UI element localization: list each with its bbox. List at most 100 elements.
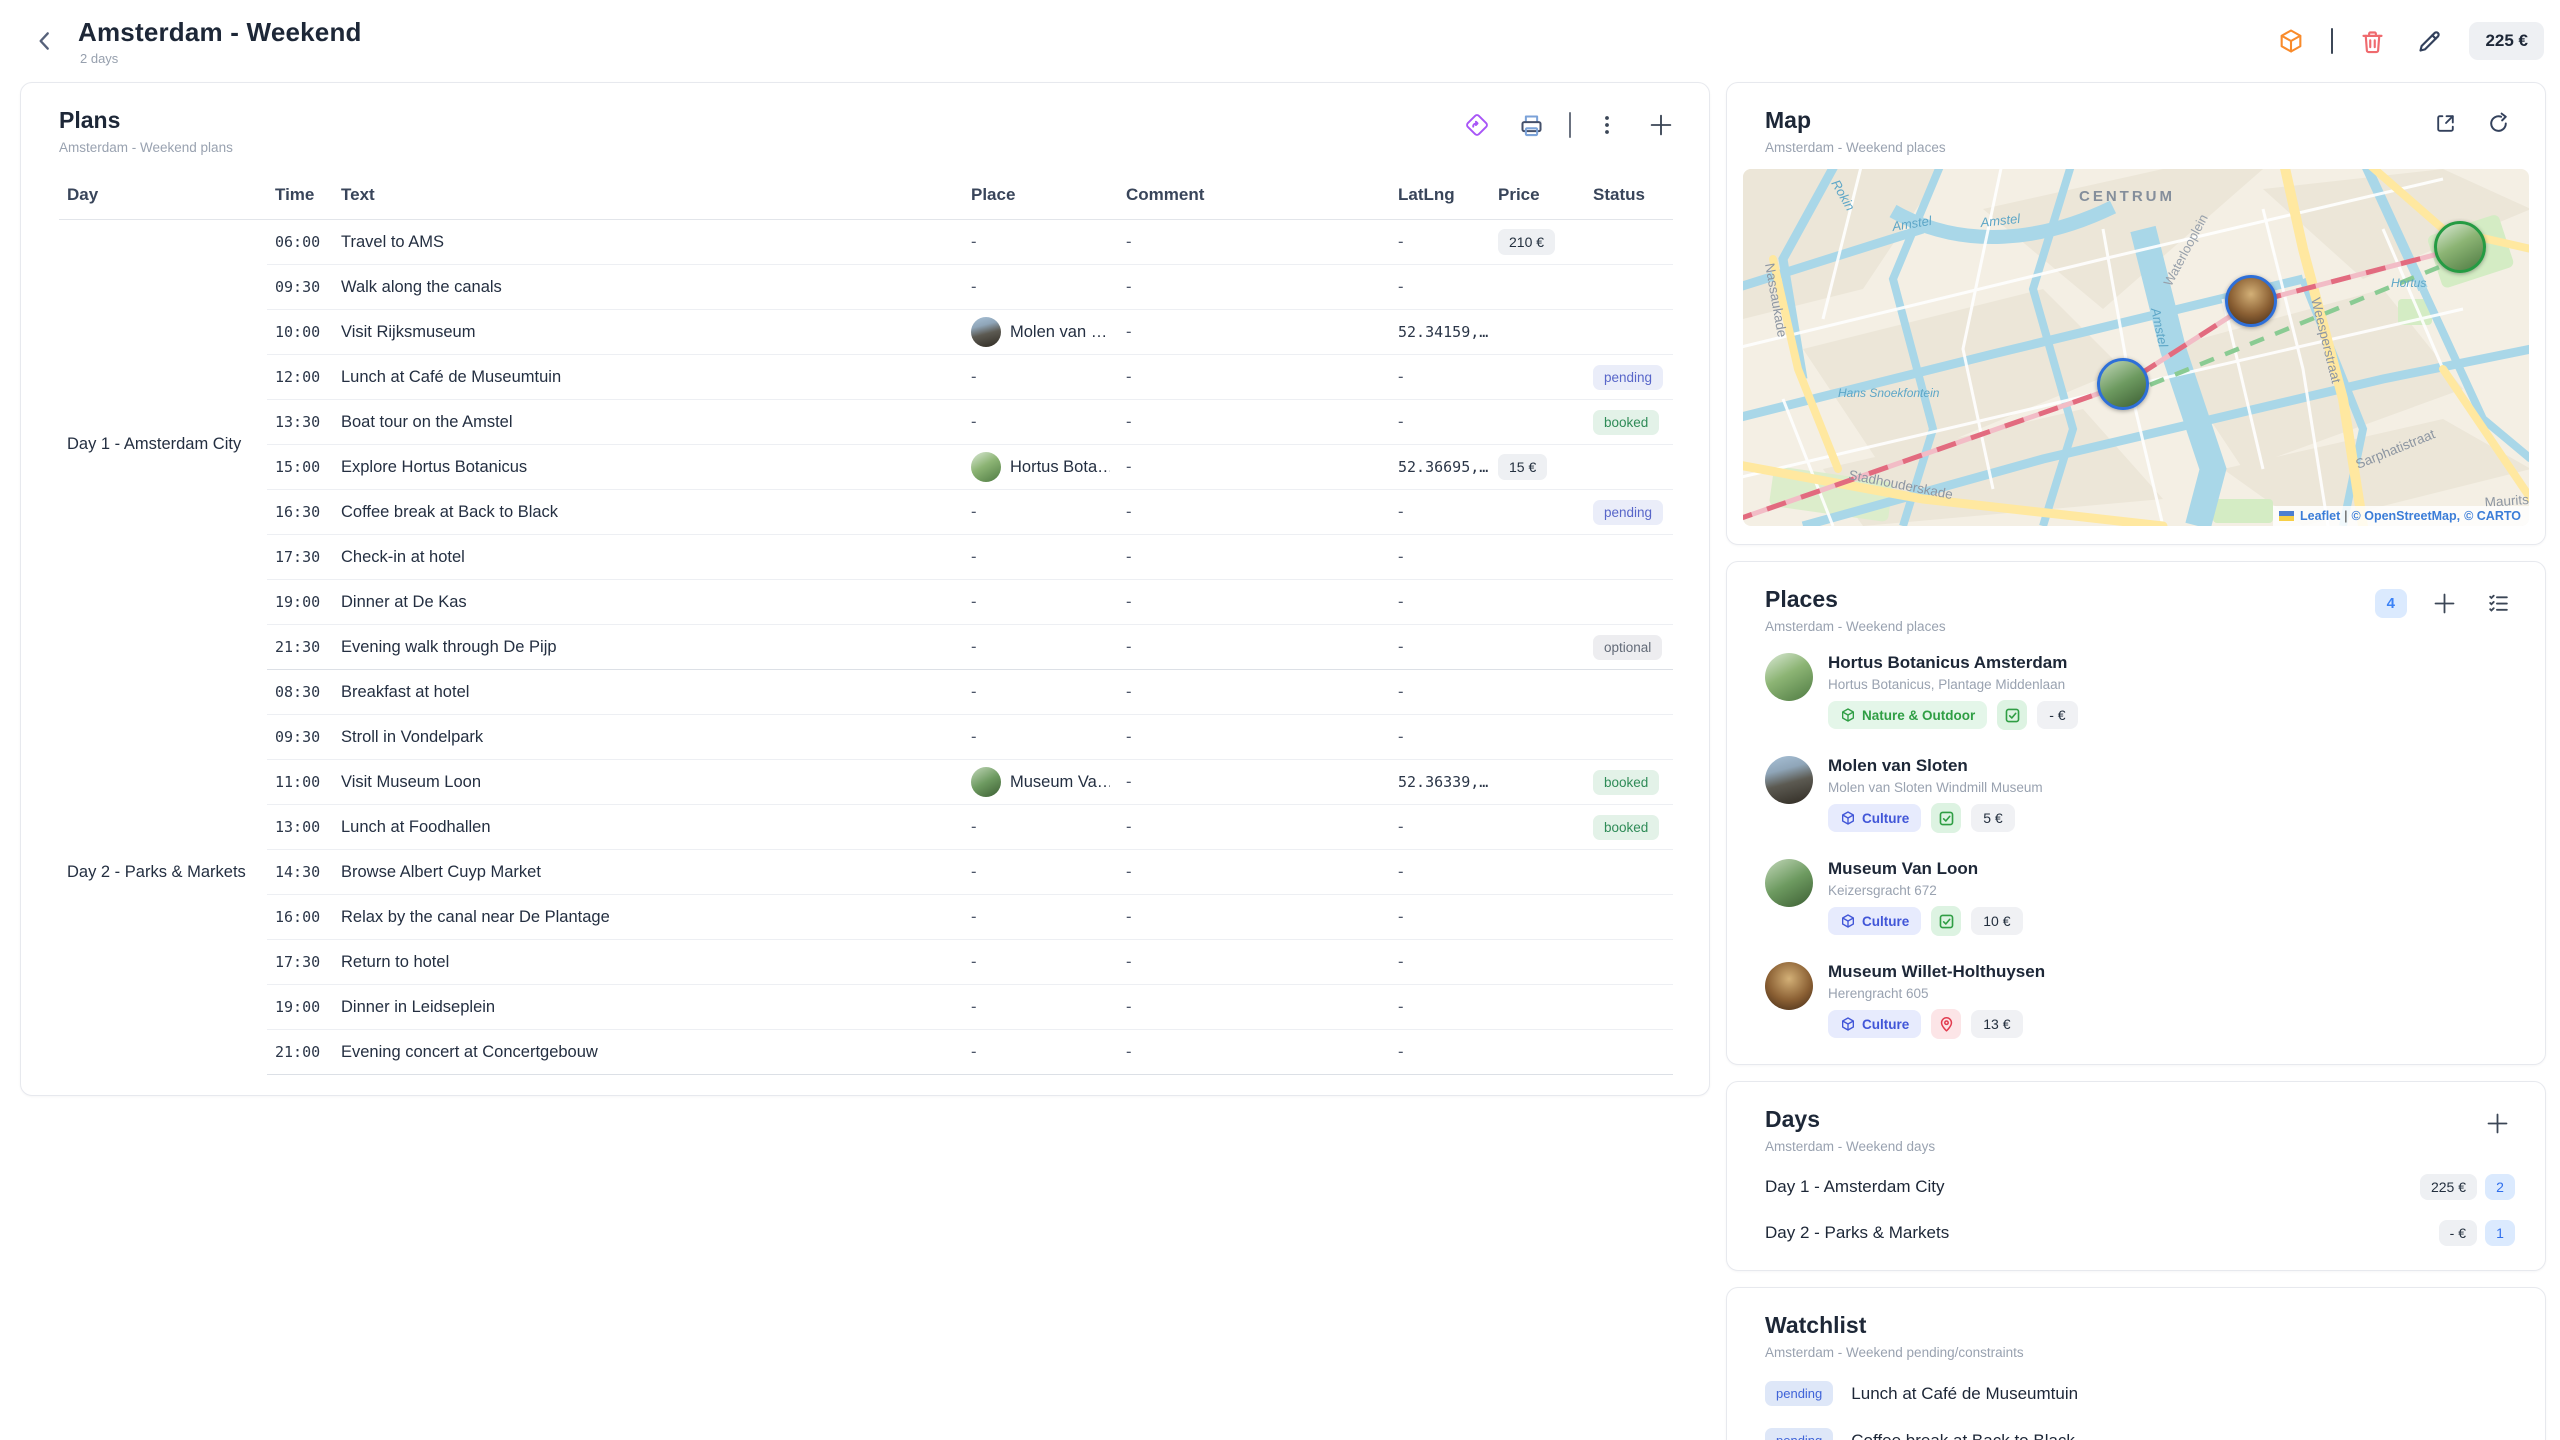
plan-row[interactable]: 21:00Evening concert at Concertgebouw---: [59, 1030, 1673, 1075]
watchlist-item[interactable]: pending Lunch at Café de Museumtuin: [1727, 1370, 2545, 1417]
map-refresh-button[interactable]: [2482, 107, 2515, 140]
place-list-item[interactable]: Hortus Botanicus Amsterdam Hortus Botani…: [1727, 640, 2545, 743]
add-place-button[interactable]: [2427, 586, 2462, 621]
map-marker-hortus-botanicus[interactable]: [2434, 221, 2486, 273]
osm-link[interactable]: © OpenStreetMap,: [2352, 509, 2461, 523]
plan-row[interactable]: 11:00Visit Museum LoonMuseum Va…-52.3633…: [59, 760, 1673, 805]
places-list-view-button[interactable]: [2482, 587, 2515, 620]
printer-icon: [1518, 112, 1545, 139]
plan-place: -: [963, 535, 1118, 580]
plan-comment: -: [1118, 220, 1390, 265]
plan-time: 12:00: [267, 355, 333, 400]
plan-price: [1490, 940, 1585, 985]
plan-row[interactable]: 21:30Evening walk through De Pijp---opti…: [59, 625, 1673, 670]
add-plan-button[interactable]: [1643, 107, 1679, 143]
plan-status: pending: [1585, 355, 1673, 400]
place-state-badge: [1931, 803, 1961, 833]
plan-row[interactable]: 12:00Lunch at Café de Museumtuin---pendi…: [59, 355, 1673, 400]
category-badge: Culture: [1828, 907, 1921, 935]
plan-comment: -: [1118, 445, 1390, 490]
plan-text: Travel to AMS: [333, 220, 963, 265]
plan-row[interactable]: 09:30Walk along the canals---: [59, 265, 1673, 310]
plan-text: Breakfast at hotel: [333, 670, 963, 715]
plan-row[interactable]: 10:00Visit RijksmuseumMolen van …-52.341…: [59, 310, 1673, 355]
day-group-label: Day 2 - Parks & Markets: [59, 670, 267, 1075]
edit-trip-button[interactable]: [2412, 24, 2447, 59]
plans-subtitle: Amsterdam - Weekend plans: [59, 140, 233, 155]
plan-time: 09:30: [267, 265, 333, 310]
carto-link[interactable]: © CARTO: [2464, 509, 2521, 523]
place-photo: [1765, 756, 1813, 804]
plan-time: 09:30: [267, 715, 333, 760]
plan-row[interactable]: 17:30Return to hotel---: [59, 940, 1673, 985]
category-label: Culture: [1862, 811, 1909, 826]
day-list-item[interactable]: Day 1 - Amsterdam City 225 € 2: [1727, 1164, 2545, 1210]
back-button[interactable]: [26, 22, 64, 60]
plan-text: Evening walk through De Pijp: [333, 625, 963, 670]
plan-status: [1585, 220, 1673, 265]
plan-place: -: [963, 490, 1118, 535]
leaflet-link[interactable]: Leaflet: [2300, 509, 2340, 523]
package-button[interactable]: [2273, 23, 2309, 59]
plan-row[interactable]: 13:00Lunch at Foodhallen---booked: [59, 805, 1673, 850]
plan-row[interactable]: 16:00Relax by the canal near De Plantage…: [59, 895, 1673, 940]
plan-status: booked: [1585, 760, 1673, 805]
plan-row[interactable]: 14:30Browse Albert Cuyp Market---: [59, 850, 1673, 895]
plan-row[interactable]: 13:30Boat tour on the Amstel---booked: [59, 400, 1673, 445]
place-address: Herengracht 605: [1828, 986, 2045, 1001]
col-place: Place: [963, 175, 1118, 220]
col-price: Price: [1490, 175, 1585, 220]
watchlist-subtitle: Amsterdam - Weekend pending/constraints: [1765, 1345, 2024, 1360]
plan-place: -: [963, 625, 1118, 670]
print-button[interactable]: [1514, 108, 1549, 143]
place-state-badge: [1931, 906, 1961, 936]
route-optimize-button[interactable]: [1460, 108, 1494, 142]
map-panel: Map Amsterdam - Weekend places: [1726, 82, 2546, 545]
plan-latlng: -: [1390, 1030, 1490, 1075]
place-list-item[interactable]: Museum Van Loon Keizersgracht 672 Cultur…: [1727, 846, 2545, 949]
plan-price: 15 €: [1490, 445, 1585, 490]
day-name: Day 1 - Amsterdam City: [1765, 1177, 1945, 1197]
map-canvas[interactable]: CENTRUM Amstel Amstel Rokin Amstel Water…: [1743, 169, 2529, 526]
place-photo: [1765, 653, 1813, 701]
add-day-button[interactable]: [2480, 1106, 2515, 1141]
cube-icon: [1840, 1016, 1856, 1032]
plan-row[interactable]: 16:30Coffee break at Back to Black---pen…: [59, 490, 1673, 535]
watchlist-panel: Watchlist Amsterdam - Weekend pending/co…: [1726, 1287, 2546, 1440]
plan-row[interactable]: 17:30Check-in at hotel---: [59, 535, 1673, 580]
plan-time: 08:30: [267, 670, 333, 715]
place-name: Museum Willet-Holthuysen: [1828, 962, 2045, 982]
plan-time: 14:30: [267, 850, 333, 895]
place-name: Hortus Botanicus Amsterdam: [1828, 653, 2078, 673]
map-label-centrum: CENTRUM: [2079, 188, 2175, 205]
plan-place: -: [963, 985, 1118, 1030]
plan-text: Boat tour on the Amstel: [333, 400, 963, 445]
map-marker-museum-van-loon[interactable]: [2097, 358, 2149, 410]
place-price-badge: 10 €: [1971, 907, 2022, 935]
watchlist-item[interactable]: pending Coffee break at Back to Black: [1727, 1417, 2545, 1440]
place-list-item[interactable]: Molen van Sloten Molen van Sloten Windmi…: [1727, 743, 2545, 846]
attribution-separator: |: [2344, 509, 2347, 523]
map-marker-museum-willet-holthuysen[interactable]: [2225, 275, 2277, 327]
plan-row[interactable]: 09:30Stroll in Vondelpark---: [59, 715, 1673, 760]
place-price-badge: 5 €: [1971, 804, 2014, 832]
plan-row[interactable]: 19:00Dinner in Leidseplein---: [59, 985, 1673, 1030]
day-list-item[interactable]: Day 2 - Parks & Markets - € 1: [1727, 1210, 2545, 1256]
map-expand-button[interactable]: [2429, 107, 2462, 140]
plan-row[interactable]: 15:00Explore Hortus BotanicusHortus Bota…: [59, 445, 1673, 490]
plan-latlng: -: [1390, 265, 1490, 310]
day-price-badge: 225 €: [2420, 1174, 2477, 1200]
plan-status: [1585, 985, 1673, 1030]
plans-title: Plans: [59, 107, 233, 134]
plan-row[interactable]: Day 2 - Parks & Markets08:30Breakfast at…: [59, 670, 1673, 715]
place-thumb: [971, 767, 1001, 797]
plan-row[interactable]: Day 1 - Amsterdam City06:00Travel to AMS…: [59, 220, 1673, 265]
plan-latlng: -: [1390, 580, 1490, 625]
plan-price: [1490, 805, 1585, 850]
plans-menu-button[interactable]: [1591, 109, 1623, 141]
cube-icon: [2277, 27, 2305, 55]
plan-price: [1490, 895, 1585, 940]
plan-row[interactable]: 19:00Dinner at De Kas---: [59, 580, 1673, 625]
place-list-item[interactable]: Museum Willet-Holthuysen Herengracht 605…: [1727, 949, 2545, 1052]
delete-trip-button[interactable]: [2355, 24, 2390, 59]
